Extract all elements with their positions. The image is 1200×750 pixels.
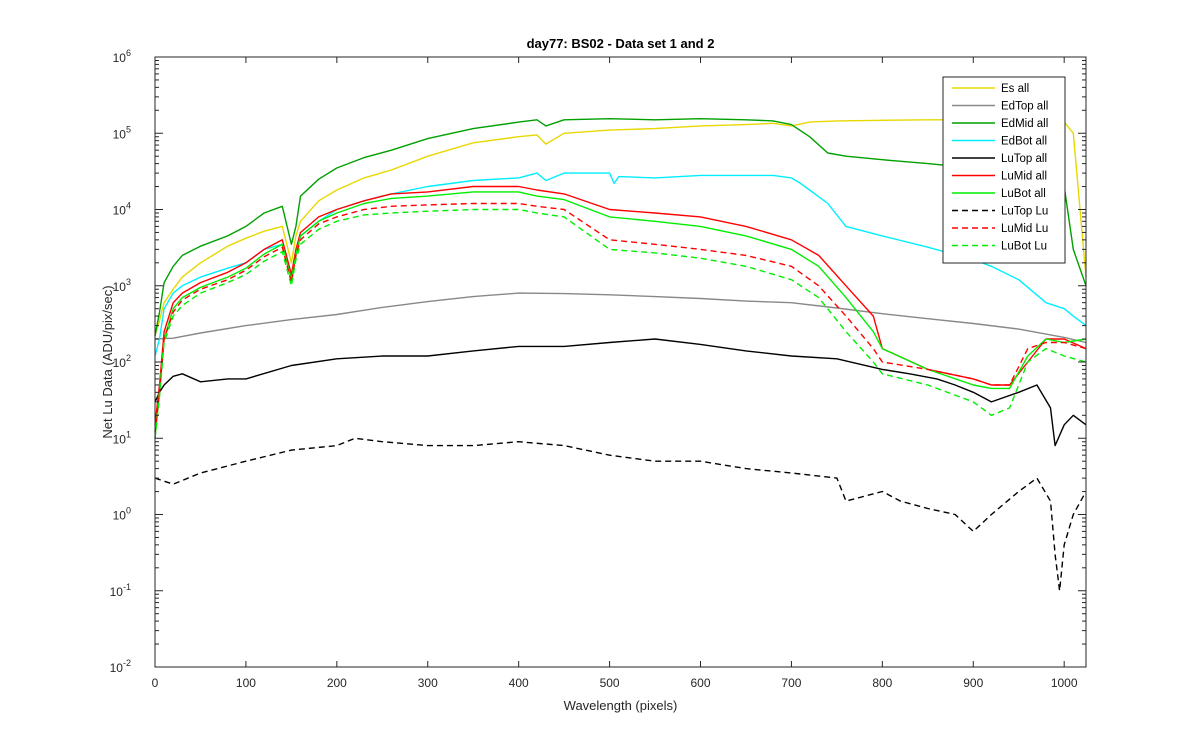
legend-label: LuTop Lu [1001,206,1048,218]
legend: Es all EdTop all EdMid all EdBot all LuTop a… [942,76,1066,264]
legend-label: EdMid all [1001,118,1048,130]
legend-label: LuTop all [1001,153,1047,165]
chart: day77: BS02 - Data set 1 and 2 0 100 200 30… [0,0,1200,750]
y-tick-exponent: 5 [126,124,131,134]
legend-label: EdTop all [1001,101,1048,113]
x-tick-label: 800 [872,676,892,690]
x-tick-label: 900 [963,676,983,690]
x-tick-label: 700 [781,676,801,690]
legend-label: EdBot all [1001,136,1047,148]
x-tick-label: 0 [152,676,159,690]
x-tick-label: 100 [236,676,256,690]
x-tick-label: 600 [690,676,710,690]
legend-label: LuBot Lu [1001,241,1047,253]
y-axis-label: Net Lu Data (ADU/pix/sec) [100,285,115,438]
y-tick-exponent: 6 [126,48,131,58]
x-tick-label: 300 [418,676,438,690]
x-tick-label: 200 [327,676,347,690]
legend-label: LuMid Lu [1001,223,1048,235]
y-tick-exponent: 3 [126,277,131,287]
x-tick-label: 500 [600,676,620,690]
x-tick-label: 1000 [1051,676,1078,690]
legend-label: LuBot all [1001,188,1046,200]
legend-label: LuMid all [1001,171,1047,183]
y-tick-exponent: 4 [126,201,131,211]
y-tick-exponent: 2 [126,353,131,363]
x-axis-label: Wavelength (pixels) [564,698,678,713]
chart-title: day77: BS02 - Data set 1 and 2 [527,36,715,51]
x-tick-label: 400 [509,676,529,690]
y-tick-exponent: -1 [123,582,131,592]
y-tick-exponent: 0 [126,506,131,516]
y-tick-exponent: -2 [123,658,131,668]
legend-label: Es all [1001,83,1029,95]
y-tick-exponent: 1 [126,429,131,439]
